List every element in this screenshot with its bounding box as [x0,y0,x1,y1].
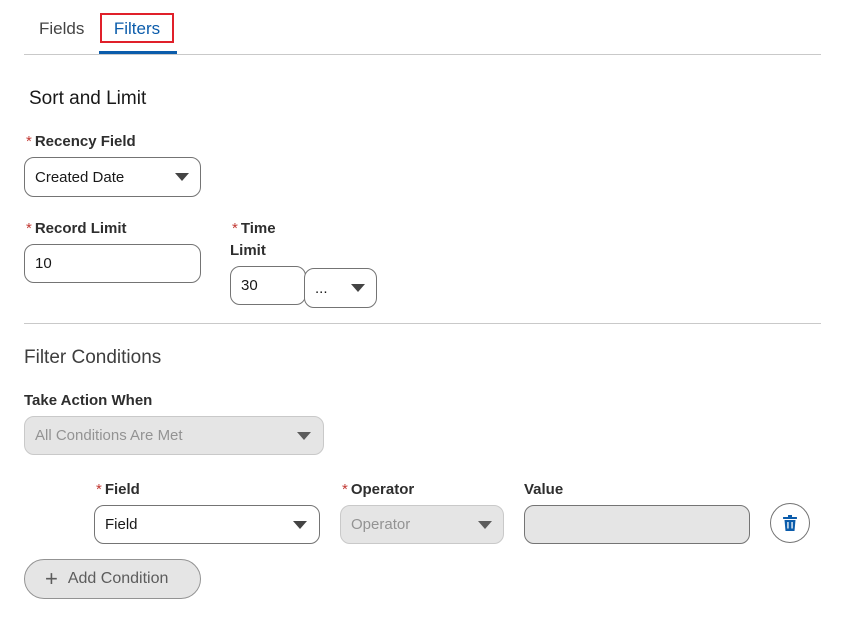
condition-operator-select[interactable]: Operator [340,505,504,544]
condition-operator-label-text: Operator [350,481,415,498]
chevron-down-icon [293,520,307,529]
condition-field-label-text: Field [104,481,140,498]
recency-field-label-text: Recency Field [34,133,136,150]
chevron-down-icon [175,173,189,181]
time-limit-input[interactable]: 30 [230,266,306,305]
condition-operator-label: * Operator [342,479,414,501]
take-action-value: All Conditions Are Met [35,427,183,444]
condition-operator-placeholder: Operator [351,516,411,533]
time-limit-label-line2: Limit [230,242,266,259]
take-action-label: Take Action When [24,392,153,409]
recency-field-label: * Recency Field [26,131,136,153]
time-limit-value: 30 [241,277,258,294]
condition-field-label: * Field [96,479,140,501]
time-limit-unit-select[interactable]: ... [304,268,377,308]
tab-divider [24,54,821,55]
time-limit-unit-value: ... [315,279,328,297]
record-limit-input[interactable]: 10 [24,244,201,283]
plus-icon: + [45,566,58,591]
section-title-filter-conditions: Filter Conditions [24,347,162,368]
recency-field-value: Created Date [35,168,125,186]
condition-value-label: Value [524,481,564,498]
take-action-select[interactable]: All Conditions Are Met [24,416,324,455]
condition-field-value: Field [105,516,138,533]
chevron-down-icon [478,520,492,529]
record-limit-value: 10 [35,255,52,272]
trash-icon [783,515,797,531]
record-limit-label-text: Record Limit [34,220,127,237]
chevron-down-icon [351,284,365,292]
add-condition-button[interactable]: + Add Condition [24,559,201,599]
section-title-sort-limit: Sort and Limit [29,88,147,109]
required-marker: * [96,481,102,498]
tab-fields[interactable]: Fields [39,18,84,40]
required-marker: * [26,133,32,150]
record-limit-label: * Record Limit [26,218,127,240]
recency-field-select[interactable]: Created Date [24,157,201,197]
add-condition-label: Add Condition [67,570,169,587]
condition-value-input[interactable] [524,505,750,544]
required-marker: * [26,220,32,237]
section-divider [24,323,821,324]
time-limit-label: * Time [232,218,276,240]
required-marker: * [342,481,348,498]
delete-condition-button[interactable] [770,503,810,543]
condition-field-select[interactable]: Field [94,505,320,544]
chevron-down-icon [297,431,311,440]
tab-filters[interactable]: Filters [100,13,174,43]
time-limit-label-line1: Time [240,220,276,237]
required-marker: * [232,220,238,237]
